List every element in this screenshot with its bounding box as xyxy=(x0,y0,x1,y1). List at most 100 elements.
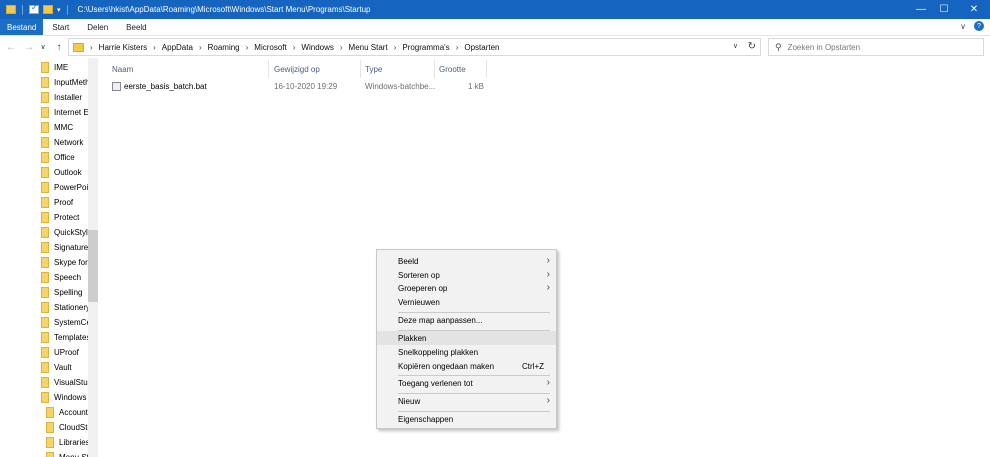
address-bar[interactable]: › Harrie Kisters › AppData › Roaming › M… xyxy=(68,38,761,56)
folder-icon xyxy=(41,257,49,268)
breadcrumb-separator[interactable]: › xyxy=(153,43,156,52)
nav-folder-item[interactable]: VisualStud xyxy=(41,375,88,390)
nav-scrollbar-thumb[interactable] xyxy=(88,230,98,302)
close-button[interactable]: ✕ xyxy=(951,0,990,19)
chevron-right-icon: › xyxy=(546,255,550,266)
new-folder-icon[interactable] xyxy=(43,5,53,14)
nav-folder-item[interactable]: Internet Ex xyxy=(41,105,88,120)
nav-folder-label: IME xyxy=(54,63,69,72)
menu-item-sorteren[interactable]: Sorteren op › xyxy=(377,268,556,282)
breadcrumb-separator[interactable]: › xyxy=(246,43,249,52)
menu-item-map-aanpassen[interactable]: Deze map aanpassen... xyxy=(377,313,556,327)
menu-item-undo-copy[interactable]: Kopiëren ongedaan maken Ctrl+Z xyxy=(377,359,556,373)
nav-folder-item[interactable]: Outlook xyxy=(41,165,88,180)
menu-item-label: Vernieuwen xyxy=(398,297,440,307)
column-header-type[interactable]: Type xyxy=(365,60,382,78)
nav-folder-label: Skype for I xyxy=(54,258,88,267)
nav-folder-item[interactable]: QuickStyle xyxy=(41,225,88,240)
toolbar-divider xyxy=(22,4,23,15)
title-bar: ▾ C:\Users\hkist\AppData\Roaming\Microso… xyxy=(0,0,990,19)
ribbon-tabs: Bestand Start Delen Beeld ∨ ? xyxy=(0,19,990,36)
nav-folder-item[interactable]: Libraries xyxy=(46,435,88,450)
breadcrumb-item[interactable]: Programma's xyxy=(402,43,449,52)
nav-folder-item[interactable]: Templates xyxy=(41,330,88,345)
menu-item-eigenschappen[interactable]: Eigenschappen xyxy=(377,412,556,426)
nav-folder-item[interactable]: IME xyxy=(41,60,88,75)
nav-folder-item[interactable]: Menu St xyxy=(46,450,88,457)
properties-icon[interactable] xyxy=(29,3,39,14)
nav-folder-item[interactable]: Installer xyxy=(41,90,88,105)
nav-folder-item[interactable]: Office xyxy=(41,150,88,165)
tab-delen[interactable]: Delen xyxy=(78,19,117,35)
menu-item-toegang[interactable]: Toegang verlenen tot › xyxy=(377,376,556,390)
folder-icon xyxy=(41,92,49,103)
menu-item-beeld[interactable]: Beeld › xyxy=(377,254,556,268)
tab-bestand[interactable]: Bestand xyxy=(0,19,44,35)
column-header-name[interactable]: Naam xyxy=(112,60,133,78)
nav-folder-item[interactable]: Stationery xyxy=(41,300,88,315)
navigation-pane[interactable]: IME InputMeth Installer Internet Ex MMC Netwo… xyxy=(0,58,98,457)
nav-folder-item[interactable]: Signatures xyxy=(41,240,88,255)
nav-folder-item[interactable]: CloudSto xyxy=(46,420,88,435)
column-divider[interactable] xyxy=(486,60,487,78)
breadcrumb-separator[interactable]: › xyxy=(90,43,93,52)
recent-locations-button[interactable]: ∨ xyxy=(36,43,50,51)
expand-ribbon-icon[interactable]: ∨ xyxy=(960,22,966,31)
nav-folder-item[interactable]: Account xyxy=(46,405,88,420)
menu-item-vernieuwen[interactable]: Vernieuwen xyxy=(377,295,556,309)
quick-access-toolbar: ▾ xyxy=(0,3,70,15)
nav-folder-item[interactable]: InputMeth xyxy=(41,75,88,90)
breadcrumb-separator[interactable]: › xyxy=(340,43,343,52)
customize-toolbar-icon[interactable]: ▾ xyxy=(57,6,61,14)
column-header-size[interactable]: Grootte xyxy=(439,60,466,78)
breadcrumb-item[interactable]: AppData xyxy=(162,43,193,52)
tab-start[interactable]: Start xyxy=(43,19,78,35)
back-button[interactable]: ← xyxy=(4,42,18,53)
breadcrumb-item[interactable]: Roaming xyxy=(208,43,240,52)
folder-icon xyxy=(41,182,49,193)
nav-folder-item[interactable]: MMC xyxy=(41,120,88,135)
breadcrumb-separator[interactable]: › xyxy=(293,43,296,52)
menu-item-groeperen[interactable]: Groeperen op › xyxy=(377,281,556,295)
help-icon[interactable]: ? xyxy=(974,21,984,31)
menu-item-label: Snelkoppeling plakken xyxy=(398,347,479,357)
forward-button[interactable]: → xyxy=(22,42,36,53)
menu-item-snelkoppeling-plakken[interactable]: Snelkoppeling plakken xyxy=(377,345,556,359)
refresh-icon[interactable]: ↻ xyxy=(748,41,756,52)
breadcrumb-item[interactable]: Menu Start xyxy=(349,43,388,52)
nav-folder-item[interactable]: Network xyxy=(41,135,88,150)
folder-icon xyxy=(41,377,49,388)
nav-folder-item[interactable]: Windows xyxy=(41,390,88,405)
nav-folder-label: Account xyxy=(59,408,88,417)
nav-folder-item[interactable]: Vault xyxy=(41,360,88,375)
folder-icon xyxy=(46,452,54,457)
breadcrumb-item[interactable]: Harrie Kisters xyxy=(99,43,147,52)
nav-folder-item[interactable]: UProof xyxy=(41,345,88,360)
folder-icon xyxy=(41,62,49,73)
column-divider[interactable] xyxy=(360,60,361,78)
search-input[interactable]: ⚲ Zoeken in Opstarten xyxy=(768,38,984,56)
breadcrumb-item[interactable]: Microsoft xyxy=(254,43,286,52)
nav-folder-item[interactable]: Skype for I xyxy=(41,255,88,270)
nav-folder-item[interactable]: SystemCer xyxy=(41,315,88,330)
breadcrumb-separator[interactable]: › xyxy=(394,43,397,52)
file-row[interactable]: eerste_basis_batch.bat 16-10-2020 19:29 … xyxy=(108,78,490,95)
nav-folder-item[interactable]: Spelling xyxy=(41,285,88,300)
menu-item-nieuw[interactable]: Nieuw › xyxy=(377,394,556,408)
menu-item-plakken[interactable]: Plakken xyxy=(377,331,556,345)
column-divider[interactable] xyxy=(268,60,269,78)
breadcrumb-separator[interactable]: › xyxy=(456,43,459,52)
nav-folder-item[interactable]: Speech xyxy=(41,270,88,285)
nav-folder-item[interactable]: Protect xyxy=(41,210,88,225)
column-header-modified[interactable]: Gewijzigd op xyxy=(274,60,320,78)
tab-beeld[interactable]: Beeld xyxy=(117,19,155,35)
address-dropdown-icon[interactable]: ∨ xyxy=(733,42,738,50)
nav-folder-item[interactable]: Proof xyxy=(41,195,88,210)
breadcrumb-separator[interactable]: › xyxy=(199,43,202,52)
breadcrumb-item[interactable]: Windows xyxy=(301,43,333,52)
nav-folder-label: Protect xyxy=(54,213,80,222)
up-button[interactable]: ↑ xyxy=(52,42,66,53)
breadcrumb-item[interactable]: Opstarten xyxy=(464,43,499,52)
nav-folder-item[interactable]: PowerPoir xyxy=(41,180,88,195)
column-divider[interactable] xyxy=(434,60,435,78)
